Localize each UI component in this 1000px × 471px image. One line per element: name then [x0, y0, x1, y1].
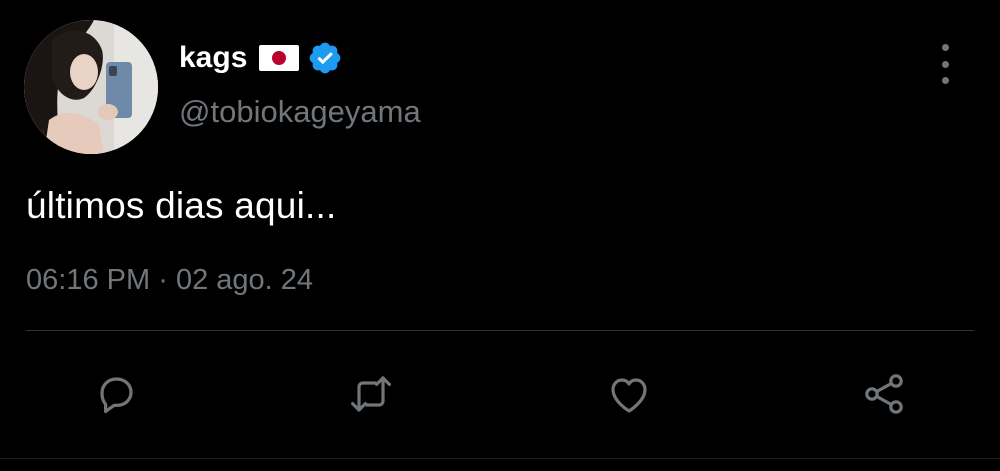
heart-icon [611, 378, 647, 413]
tweet-date: 02 ago. 24 [175, 264, 314, 296]
like-button[interactable] [603, 368, 655, 420]
tweet-time: 06:16 PM [26, 264, 151, 296]
japan-flag-icon [259, 45, 300, 71]
share-button[interactable] [858, 368, 910, 420]
bottom-divider [0, 458, 1000, 459]
dot [941, 60, 949, 68]
share-icon [865, 374, 903, 414]
dot [941, 77, 949, 84]
avatar-photo [24, 20, 158, 154]
reply-button[interactable] [90, 368, 142, 420]
divider [26, 330, 974, 331]
tweet-timestamp[interactable]: 06:16 PM · 02 ago. 24 [26, 266, 313, 295]
timestamp-separator: · [158, 264, 168, 296]
avatar[interactable] [24, 20, 158, 154]
retweet-icon [351, 376, 391, 412]
more-options-button[interactable] [930, 44, 960, 84]
dot [941, 44, 949, 51]
tweet-text: últimos dias aqui... [26, 185, 337, 226]
tweet-detail: kags @tobiokageyama últimos dias aqui...… [0, 0, 1000, 471]
author-name-row[interactable]: kags [179, 36, 343, 80]
retweet-button[interactable] [345, 368, 397, 420]
reply-icon [100, 377, 133, 413]
display-name[interactable]: kags [179, 43, 247, 73]
verified-badge-icon [310, 42, 341, 74]
author-handle[interactable]: @tobiokageyama [179, 96, 421, 127]
